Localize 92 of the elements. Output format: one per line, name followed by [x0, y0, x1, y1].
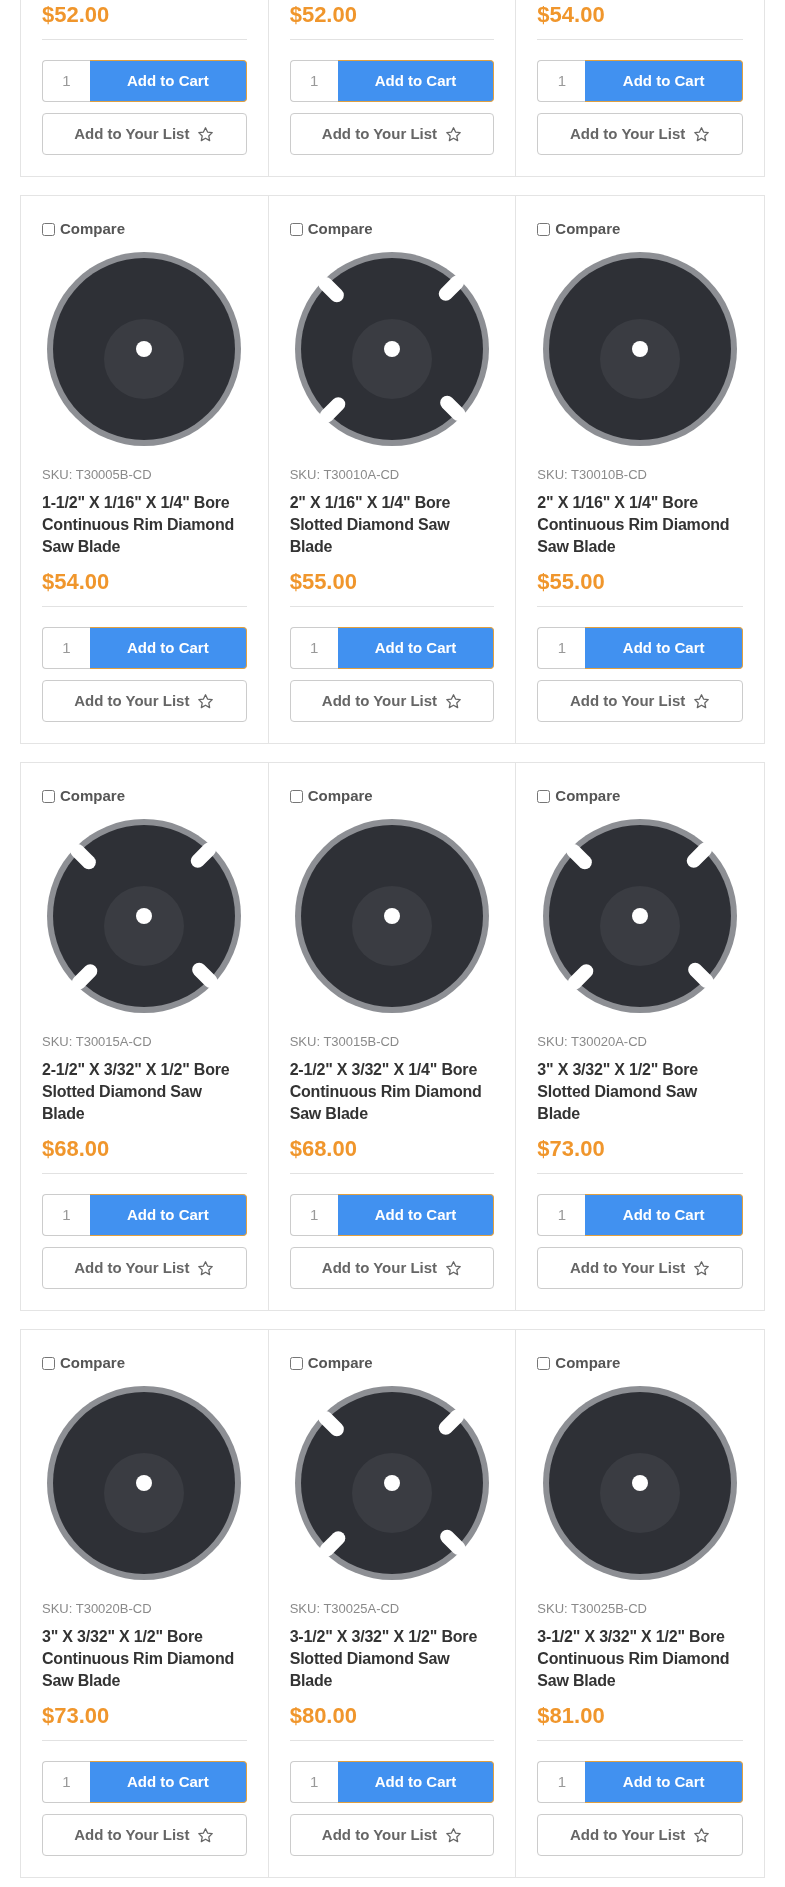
product-sku: SKU: T30010A-CD: [289, 465, 401, 484]
product-price: $54.00: [42, 568, 111, 596]
product-sku: SKU: T30025B-CD: [537, 1599, 648, 1618]
compare-label[interactable]: Compare: [307, 218, 373, 241]
star-icon: [693, 692, 711, 710]
compare-label[interactable]: Compare: [60, 785, 126, 808]
compare-label[interactable]: Compare: [60, 218, 126, 241]
product-sku: SKU: T30015B-CD: [289, 1032, 401, 1051]
quantity-field[interactable]: 1: [42, 627, 90, 669]
add-to-list-button[interactable]: Add to Your List: [42, 1247, 247, 1289]
quantity-field[interactable]: 1: [537, 1761, 586, 1803]
product-price: $55.00: [289, 568, 358, 596]
quantity-field[interactable]: 1: [537, 60, 586, 102]
star-icon: [693, 1826, 711, 1844]
add-to-cart-button[interactable]: Add to Cart: [90, 1194, 247, 1236]
add-to-cart-button[interactable]: Add to Cart: [90, 1761, 247, 1803]
add-to-list-button[interactable]: Add to Your List: [537, 1814, 743, 1856]
add-to-cart-button[interactable]: Add to Cart: [337, 1194, 495, 1236]
add-to-cart-button[interactable]: Add to Cart: [337, 627, 495, 669]
compare-label[interactable]: Compare: [555, 785, 621, 808]
add-to-cart-button[interactable]: Add to Cart: [90, 627, 247, 669]
product-name[interactable]: 2-1/2" X 3/32" X 1/2" Bore Slotted Diamond Saw Blade: [42, 1059, 247, 1125]
product-price: $54.00: [537, 1, 606, 29]
compare-checkbox[interactable]: [42, 789, 55, 803]
quantity-field[interactable]: 1: [42, 1761, 90, 1803]
add-to-list-button[interactable]: Add to Your List: [42, 1814, 247, 1856]
product-name[interactable]: 2" X 1/16" X 1/4" Bore Continuous Rim Diamond Saw Blade: [537, 492, 743, 558]
star-icon: [197, 1826, 215, 1844]
product-price: $80.00: [289, 1702, 358, 1730]
product-name[interactable]: 3-1/2" X 3/32" X 1/2" Bore Continuous Rim Diamond Saw Blade: [537, 1626, 743, 1692]
star-icon: [445, 1259, 463, 1277]
compare-checkbox[interactable]: [289, 222, 303, 236]
compare-checkbox[interactable]: [289, 1356, 303, 1370]
add-to-cart-button[interactable]: Add to Cart: [337, 1761, 495, 1803]
product-sku: SKU: T30020A-CD: [537, 1032, 648, 1051]
product-sku: SKU: T30010B-CD: [537, 465, 648, 484]
add-to-list-button[interactable]: Add to Your List: [537, 113, 743, 155]
star-icon: [445, 692, 463, 710]
compare-label[interactable]: Compare: [60, 1352, 126, 1375]
product-price: $68.00: [42, 1135, 111, 1163]
product-price: $52.00: [42, 1, 111, 29]
compare-checkbox[interactable]: [42, 222, 55, 236]
compare-label[interactable]: Compare: [555, 1352, 621, 1375]
quantity-field[interactable]: 1: [42, 1194, 90, 1236]
add-to-cart-button[interactable]: Add to Cart: [585, 1194, 743, 1236]
add-to-list-button[interactable]: Add to Your List: [42, 680, 247, 722]
star-icon: [693, 1259, 711, 1277]
product-name[interactable]: 3-1/2" X 3/32" X 1/2" Bore Slotted Diamond Saw Blade: [289, 1626, 495, 1692]
compare-label[interactable]: Compare: [555, 218, 621, 241]
product-name[interactable]: 2" X 1/16" X 1/4" Bore Slotted Diamond Saw Blade: [289, 492, 495, 558]
compare-checkbox[interactable]: [537, 789, 551, 803]
compare-checkbox[interactable]: [537, 1356, 551, 1370]
add-to-list-button[interactable]: Add to Your List: [289, 1247, 495, 1289]
product-name[interactable]: 1-1/2" X 1/16" X 1/4" Bore Continuous Rim Diamond Saw Blade: [42, 492, 247, 558]
add-to-list-button[interactable]: Add to Your List: [537, 680, 743, 722]
product-price: $73.00: [537, 1135, 606, 1163]
compare-label[interactable]: Compare: [307, 785, 373, 808]
product-price: $73.00: [42, 1702, 111, 1730]
add-to-cart-button[interactable]: Add to Cart: [585, 60, 743, 102]
product-sku: SKU: T30005B-CD: [42, 465, 153, 484]
star-icon: [197, 692, 215, 710]
quantity-field[interactable]: 1: [537, 1194, 586, 1236]
add-to-list-button[interactable]: Add to Your List: [42, 113, 247, 155]
product-price: $55.00: [537, 568, 606, 596]
add-to-list-button[interactable]: Add to Your List: [289, 113, 495, 155]
product-sku: SKU: T30025A-CD: [289, 1599, 401, 1618]
product-price: $52.00: [289, 1, 358, 29]
add-to-cart-button[interactable]: Add to Cart: [585, 627, 743, 669]
compare-checkbox[interactable]: [537, 222, 551, 236]
product-sku: SKU: T30020B-CD: [42, 1599, 153, 1618]
compare-label[interactable]: Compare: [307, 1352, 373, 1375]
add-to-cart-button[interactable]: Add to Cart: [90, 60, 247, 102]
product-name[interactable]: 3" X 3/32" X 1/2" Bore Continuous Rim Diamond Saw Blade: [42, 1626, 247, 1692]
star-icon: [197, 125, 215, 143]
add-to-cart-button[interactable]: Add to Cart: [585, 1761, 743, 1803]
star-icon: [197, 1259, 215, 1277]
product-name[interactable]: 3" X 3/32" X 1/2" Bore Slotted Diamond Saw Blade: [537, 1059, 743, 1125]
quantity-field[interactable]: 1: [537, 627, 586, 669]
quantity-field[interactable]: 1: [42, 60, 90, 102]
add-to-list-button[interactable]: Add to Your List: [289, 680, 495, 722]
star-icon: [445, 125, 463, 143]
compare-checkbox[interactable]: [42, 1356, 55, 1370]
star-icon: [693, 125, 711, 143]
add-to-list-button[interactable]: Add to Your List: [289, 1814, 495, 1856]
star-icon: [445, 1826, 463, 1844]
compare-checkbox[interactable]: [289, 789, 303, 803]
product-price: $81.00: [537, 1702, 606, 1730]
product-price: $68.00: [289, 1135, 358, 1163]
add-to-list-button[interactable]: Add to Your List: [537, 1247, 743, 1289]
product-name[interactable]: 2-1/2" X 3/32" X 1/4" Bore Continuous Rim Diamond Saw Blade: [289, 1059, 495, 1125]
product-sku: SKU: T30015A-CD: [42, 1032, 153, 1051]
add-to-cart-button[interactable]: Add to Cart: [337, 60, 495, 102]
